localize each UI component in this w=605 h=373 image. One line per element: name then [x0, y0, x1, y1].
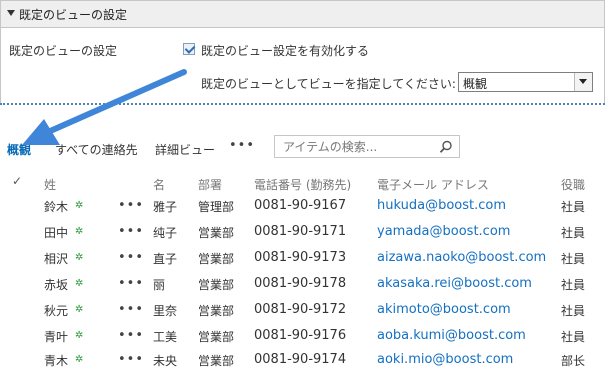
column-header-phone[interactable]: 電話番号 (勤務先)	[254, 176, 351, 193]
department-cell: 営業部	[198, 330, 235, 344]
email-link[interactable]: akimoto@boost.com	[377, 302, 511, 317]
phone-cell: 0081-90-9171	[254, 224, 347, 239]
last-name-cell[interactable]: 相沢	[44, 250, 68, 267]
last-name-cell[interactable]: 鈴木	[44, 198, 68, 215]
collapse-triangle-icon[interactable]	[7, 10, 15, 16]
phone-cell: 0081-90-9172	[254, 302, 347, 317]
more-views-button[interactable]: •••	[229, 138, 255, 153]
row-menu-icon[interactable]: •••	[118, 328, 144, 343]
last-name-cell[interactable]: 青叶	[44, 328, 68, 345]
department-cell: 営業部	[198, 354, 235, 368]
row-menu-icon[interactable]: •••	[118, 302, 144, 317]
row-menu-icon[interactable]: •••	[118, 276, 144, 291]
first-name-cell: 里奈	[153, 304, 178, 318]
default-view-select-value: 概観	[463, 77, 488, 91]
new-item-icon: ✲	[75, 330, 84, 341]
new-item-icon: ✲	[75, 278, 84, 289]
title-cell: 社員	[561, 252, 586, 266]
panel-header-title: 既定のビューの設定	[19, 8, 128, 22]
dropdown-chevron-icon[interactable]	[574, 73, 592, 91]
title-cell: 社員	[561, 330, 586, 344]
enable-default-view-checkbox[interactable]	[183, 43, 195, 55]
phone-cell: 0081-90-9176	[254, 328, 347, 343]
phone-cell: 0081-90-9167	[254, 198, 347, 213]
new-item-icon: ✲	[75, 304, 84, 315]
department-cell: 営業部	[198, 226, 235, 240]
first-name-cell: 未央	[153, 354, 178, 368]
department-cell: 営業部	[198, 304, 235, 318]
item-search-input[interactable]	[275, 136, 443, 157]
row-menu-icon[interactable]: •••	[118, 250, 144, 265]
first-name-cell: 雅子	[153, 200, 178, 214]
title-cell: 社員	[561, 226, 586, 240]
email-link[interactable]: aoba.kumi@boost.com	[377, 328, 526, 343]
department-cell: 営業部	[198, 252, 235, 266]
title-cell: 部长	[561, 354, 586, 368]
first-name-cell: 纯子	[153, 226, 178, 240]
column-header-email[interactable]: 電子メール アドレス	[377, 176, 489, 193]
row-menu-icon[interactable]: •••	[118, 198, 144, 213]
phone-cell: 0081-90-9174	[254, 352, 347, 367]
search-icon[interactable]	[439, 140, 453, 154]
first-name-cell: 工美	[153, 330, 178, 344]
last-name-cell[interactable]: 赤坂	[44, 276, 68, 293]
title-cell: 社員	[561, 304, 586, 318]
department-cell: 営業部	[198, 278, 235, 292]
phone-cell: 0081-90-9173	[254, 250, 347, 265]
column-header-title[interactable]: 役職	[561, 176, 585, 193]
email-link[interactable]: yamada@boost.com	[377, 224, 510, 239]
default-view-select-label: 既定のビューとしてビューを指定してください:	[201, 77, 456, 91]
last-name-cell[interactable]: 田中	[44, 224, 68, 241]
row-menu-icon[interactable]: •••	[118, 352, 144, 367]
phone-cell: 0081-90-9178	[254, 276, 347, 291]
last-name-cell[interactable]: 秋元	[44, 302, 68, 319]
email-link[interactable]: akasaka.rei@boost.com	[377, 276, 532, 291]
first-name-cell: 丽	[153, 278, 166, 292]
tab-overview[interactable]: 概観	[7, 141, 31, 158]
default-view-select[interactable]: 概観	[458, 72, 593, 92]
email-link[interactable]: aoki.mio@boost.com	[377, 352, 513, 367]
email-link[interactable]: hukuda@boost.com	[377, 198, 506, 213]
tab-all-contacts[interactable]: すべての連絡先	[55, 141, 138, 158]
new-item-icon: ✲	[75, 200, 84, 211]
new-item-icon: ✲	[75, 252, 84, 263]
select-all-check-icon[interactable]: ✓	[12, 174, 22, 188]
enable-default-view-label[interactable]: 既定のビュー設定を有効化する	[201, 42, 369, 59]
new-item-icon: ✲	[75, 226, 84, 237]
column-header-last-name[interactable]: 姓	[44, 176, 56, 193]
row-menu-icon[interactable]: •••	[118, 224, 144, 239]
section-divider	[0, 103, 605, 105]
email-link[interactable]: aizawa.naoko@boost.com	[377, 250, 546, 265]
panel-header[interactable]: 既定のビューの設定	[1, 1, 604, 28]
tab-detail-view[interactable]: 詳細ビュー	[155, 141, 215, 158]
title-cell: 社員	[561, 278, 586, 292]
item-search-box[interactable]	[274, 135, 460, 158]
column-header-department[interactable]: 部署	[198, 176, 222, 193]
title-cell: 社員	[561, 200, 586, 214]
last-name-cell[interactable]: 青木	[44, 352, 68, 369]
setting-row-label: 既定のビューの設定	[9, 44, 118, 58]
department-cell: 管理部	[198, 200, 235, 214]
new-item-icon: ✲	[75, 354, 84, 365]
first-name-cell: 直子	[153, 252, 178, 266]
column-header-first-name[interactable]: 名	[153, 176, 165, 193]
